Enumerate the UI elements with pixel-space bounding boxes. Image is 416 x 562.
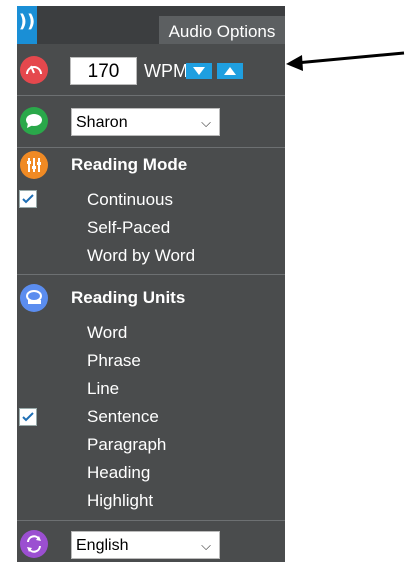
page: )) Audio Options 170 WPM Sharon ⌵ Readin…: [0, 0, 416, 562]
annotation-arrow-icon: [286, 51, 405, 71]
